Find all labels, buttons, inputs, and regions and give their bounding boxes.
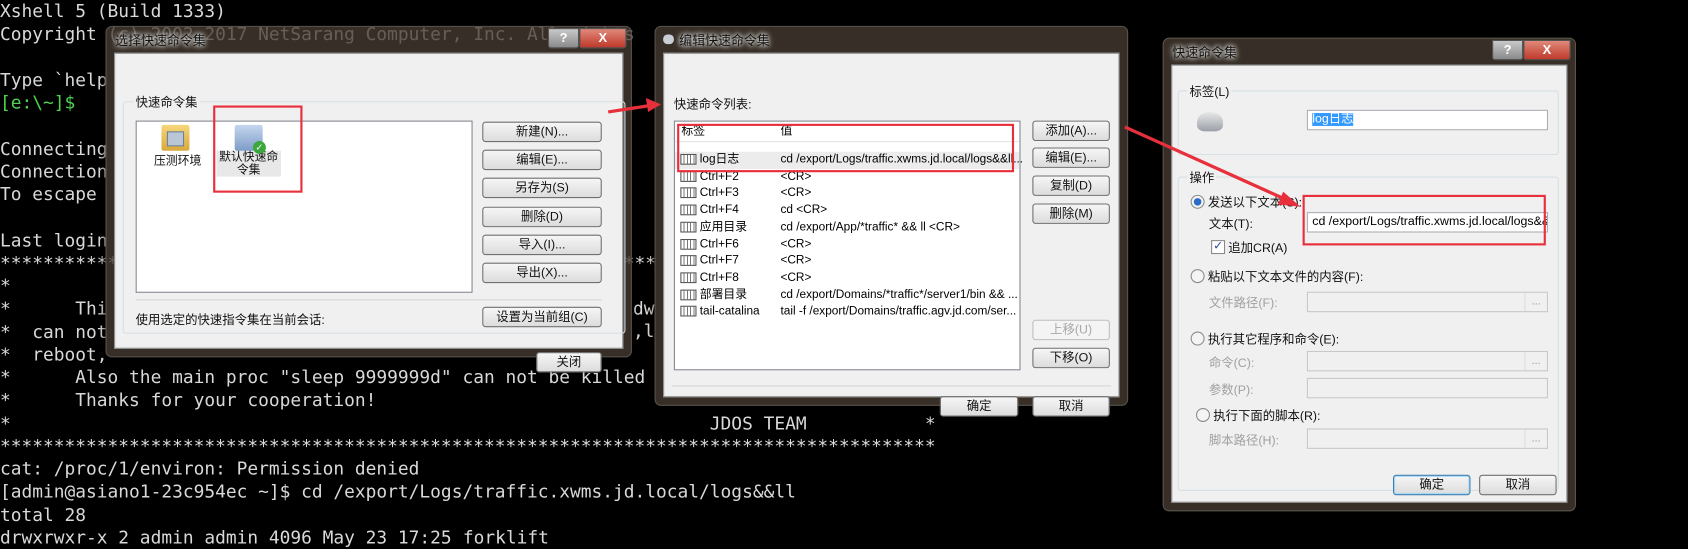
annotation-arrows (607, 97, 1301, 207)
arrow-to-edit-dialog (607, 97, 661, 114)
arrow-to-command-dialog (1124, 125, 1301, 207)
screen: Xshell 5 (Build 1333)Copyright (c) 2002-… (0, 0, 1688, 548)
